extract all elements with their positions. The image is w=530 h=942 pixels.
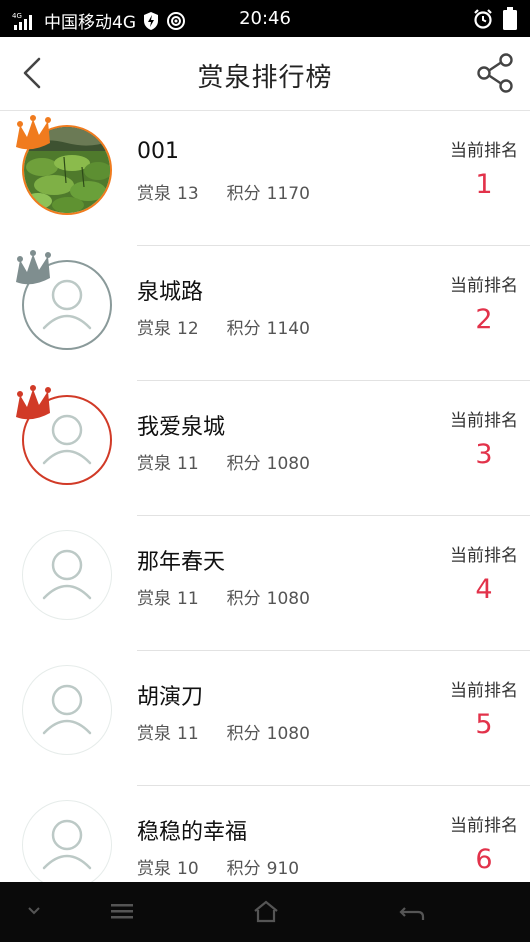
points-label: 积分 [226, 589, 261, 609]
springs-label: 赏泉 [137, 859, 171, 879]
battery-icon [503, 7, 517, 30]
rank-number: 4 [475, 574, 493, 605]
status-time: 20:46 [239, 8, 291, 29]
user-stats: 赏泉 11 积分 1080 [137, 584, 316, 609]
springs-count: 11 [177, 724, 199, 744]
points-label: 积分 [226, 724, 261, 744]
current-rank-label: 当前排名 [450, 816, 518, 836]
current-rank-label: 当前排名 [450, 681, 518, 701]
current-rank-label: 当前排名 [450, 546, 518, 566]
default-user-icon [42, 549, 92, 600]
gold-crown-icon [16, 115, 51, 150]
rank-number: 2 [475, 304, 493, 335]
silver-crown-icon [16, 250, 51, 285]
avatar-wrap [12, 518, 122, 628]
status-right [472, 7, 518, 31]
rank-number: 6 [475, 844, 493, 875]
springs-label: 赏泉 [137, 454, 171, 474]
default-user-icon [42, 684, 92, 735]
user-stats: 赏泉 11 积分 1080 [137, 719, 316, 744]
avatar-wrap [12, 113, 122, 223]
avatar-wrap [12, 248, 122, 358]
avatar [22, 800, 112, 882]
list-item[interactable]: 我爱泉城 赏泉 11 积分 1080 当前排名 3 [0, 381, 530, 516]
list-item[interactable]: 稳稳的幸福 赏泉 10 积分 910 当前排名 6 [0, 786, 530, 882]
user-name: 稳稳的幸福 [137, 820, 248, 845]
springs-label: 赏泉 [137, 319, 171, 339]
avatar-wrap [12, 788, 122, 882]
hide-nav-button[interactable] [14, 894, 54, 930]
user-name: 那年春天 [137, 550, 226, 575]
current-rank-label: 当前排名 [450, 276, 518, 296]
list-item[interactable]: 泉城路 赏泉 12 积分 1140 当前排名 2 [0, 246, 530, 381]
bronze-crown-icon [16, 385, 51, 420]
system-nav-bar [0, 882, 530, 942]
points-label: 积分 [226, 319, 261, 339]
rank-number: 5 [475, 709, 493, 740]
avatar-wrap [12, 383, 122, 493]
alarm-icon [474, 9, 492, 29]
home-button[interactable] [246, 894, 286, 930]
user-name: 001 [137, 139, 179, 164]
list-item[interactable]: 那年春天 赏泉 11 积分 1080 当前排名 4 [0, 516, 530, 651]
status-bar: 4G 中国移动4G 20:46 [0, 0, 530, 37]
springs-label: 赏泉 [137, 184, 171, 204]
user-stats: 赏泉 13 积分 1170 [137, 179, 316, 204]
springs-label: 赏泉 [137, 724, 171, 744]
rank-number: 1 [475, 169, 493, 200]
points-value: 1140 [266, 319, 310, 339]
back-nav-button[interactable] [392, 894, 432, 930]
user-name: 泉城路 [137, 280, 204, 305]
avatar [22, 530, 112, 620]
points-value: 1080 [266, 724, 310, 744]
avatar-wrap [12, 653, 122, 763]
springs-label: 赏泉 [137, 589, 171, 609]
current-rank-label: 当前排名 [450, 411, 518, 431]
menu-button[interactable] [102, 894, 142, 930]
ranking-list: 001 赏泉 13 积分 1170 当前排名 1 泉城路 赏泉 12 积分 11… [0, 111, 530, 882]
points-label: 积分 [226, 184, 261, 204]
default-user-icon [42, 819, 92, 870]
user-name: 胡演刀 [137, 685, 204, 710]
chevron-down-icon [28, 907, 40, 915]
user-stats: 赏泉 10 积分 910 [137, 854, 305, 879]
springs-count: 13 [177, 184, 199, 204]
menu-icon [111, 904, 133, 919]
user-name: 我爱泉城 [137, 415, 226, 440]
springs-count: 12 [177, 319, 199, 339]
points-value: 910 [266, 859, 300, 879]
springs-count: 11 [177, 589, 199, 609]
back-arrow-icon [399, 907, 425, 920]
share-button[interactable] [474, 51, 518, 95]
points-value: 1080 [266, 454, 310, 474]
user-stats: 赏泉 11 积分 1080 [137, 449, 316, 474]
share-icon [477, 53, 513, 93]
points-value: 1170 [266, 184, 310, 204]
list-item[interactable]: 001 赏泉 13 积分 1170 当前排名 1 [0, 111, 530, 246]
list-item[interactable]: 胡演刀 赏泉 11 积分 1080 当前排名 5 [0, 651, 530, 786]
points-value: 1080 [266, 589, 310, 609]
home-icon [254, 900, 278, 923]
user-stats: 赏泉 12 积分 1140 [137, 314, 316, 339]
rank-number: 3 [475, 439, 493, 470]
points-label: 积分 [226, 454, 261, 474]
avatar [22, 665, 112, 755]
nav-bar: 赏泉排行榜 [0, 37, 530, 111]
springs-count: 10 [177, 859, 199, 879]
current-rank-label: 当前排名 [450, 141, 518, 161]
points-label: 积分 [226, 859, 261, 879]
springs-count: 11 [177, 454, 199, 474]
page-title: 赏泉排行榜 [197, 63, 333, 93]
